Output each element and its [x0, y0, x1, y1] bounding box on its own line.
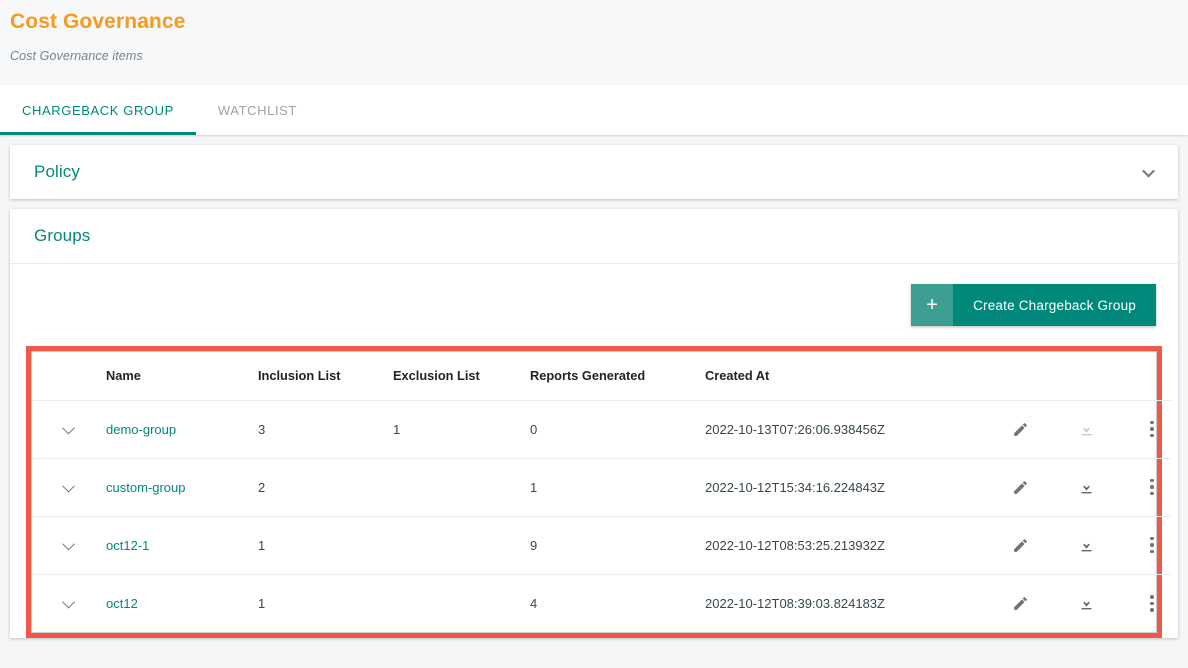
- row-actions-cell: [995, 574, 1171, 632]
- row-inclusion-cell: 2: [258, 458, 393, 517]
- pencil-icon[interactable]: [1009, 418, 1031, 440]
- chevron-down-icon: [61, 595, 75, 609]
- tab-chargeback-group[interactable]: CHARGEBACK GROUP: [0, 85, 196, 135]
- create-chargeback-group-label: Create Chargeback Group: [953, 284, 1156, 326]
- row-reports-cell: 4: [530, 595, 538, 611]
- row-created-cell: 2022-10-12T08:53:25.213932Z: [705, 516, 995, 575]
- row-expand-cell: [32, 516, 98, 575]
- kebab-dots: [1150, 595, 1154, 612]
- more-vertical-icon[interactable]: [1141, 534, 1163, 556]
- group-name-link[interactable]: oct12-1: [106, 538, 149, 553]
- column-header-reports-generated: Reports Generated: [530, 352, 705, 401]
- group-name-link[interactable]: oct12: [106, 596, 138, 611]
- chevron-down-icon: [61, 421, 75, 434]
- row-exclusion-cell: [393, 516, 530, 575]
- row-name-cell: oct12-1: [98, 516, 258, 575]
- group-name-link[interactable]: custom-group: [106, 480, 185, 495]
- tab-watchlist[interactable]: WATCHLIST: [196, 85, 319, 135]
- groups-panel: Groups + Create Chargeback Group Name In…: [10, 209, 1178, 638]
- table-header-row: Name Inclusion List Exclusion List Repor…: [32, 352, 1171, 401]
- table-row: oct12-1 1 9 2022-10-12T08:53:25.213932Z: [32, 516, 1171, 575]
- row-name-cell: demo-group: [98, 400, 258, 459]
- column-header-inclusion-list: Inclusion List: [258, 352, 393, 401]
- row-actions-cell: [995, 400, 1171, 459]
- column-header-created-at: Created At: [705, 352, 995, 401]
- more-vertical-icon[interactable]: [1141, 592, 1163, 614]
- row-expand-cell: [32, 400, 98, 459]
- groups-panel-body: + Create Chargeback Group Name Inclusion…: [10, 264, 1178, 638]
- row-actions-cell: [995, 516, 1171, 575]
- tab-bar: CHARGEBACK GROUP WATCHLIST: [0, 85, 1188, 135]
- column-header-exclusion-list: Exclusion List: [393, 352, 530, 401]
- kebab-dots: [1150, 536, 1154, 554]
- row-actions: [995, 418, 1171, 440]
- page-subtitle: Cost Governance items: [10, 49, 143, 63]
- row-name-cell: custom-group: [98, 458, 258, 517]
- expand-row-button[interactable]: [54, 531, 82, 559]
- row-exclusion-cell: [393, 458, 530, 517]
- create-chargeback-group-button[interactable]: + Create Chargeback Group: [911, 284, 1156, 326]
- row-reports-cell: 1: [530, 458, 705, 517]
- row-created-cell: 2022-10-12T15:34:16.224843Z: [705, 458, 995, 517]
- download-icon[interactable]: [1075, 592, 1097, 614]
- column-header-actions: [995, 352, 1171, 401]
- row-expand-cell: [32, 458, 98, 517]
- expand-row-button[interactable]: [54, 473, 82, 501]
- groups-table-head: Name Inclusion List Exclusion List Repor…: [32, 352, 1171, 401]
- page-title: Cost Governance: [10, 10, 186, 33]
- row-actions: [995, 476, 1171, 498]
- row-actions: [995, 534, 1171, 556]
- chevron-down-icon: [61, 537, 75, 550]
- row-actions-cell: [995, 458, 1171, 517]
- row-exclusion-cell: 1: [393, 400, 530, 459]
- groups-table-container: Name Inclusion List Exclusion List Repor…: [31, 351, 1171, 633]
- row-inclusion-cell: 1: [258, 516, 393, 575]
- column-header-expand: [32, 352, 98, 401]
- row-actions: [995, 592, 1171, 614]
- table-row: custom-group 2 1 2022-10-12T15:34:16.224843…: [32, 458, 1171, 517]
- groups-table: Name Inclusion List Exclusion List Repor…: [32, 352, 1171, 632]
- row-created-cell: 2022-10-12T08:39:03.824183Z: [705, 595, 885, 611]
- download-icon[interactable]: [1075, 418, 1097, 440]
- download-icon[interactable]: [1075, 476, 1097, 498]
- table-row: demo-group 3 1 0 2022-10-13T07:26:06.938456Z: [32, 400, 1171, 459]
- row-expand-cell: [32, 574, 98, 632]
- policy-panel-title: Policy: [34, 162, 80, 181]
- pencil-icon[interactable]: [1009, 592, 1031, 614]
- tab-watchlist-label: WATCHLIST: [217, 102, 297, 118]
- policy-panel[interactable]: Policy: [10, 145, 1178, 199]
- row-reports-cell: 9: [530, 516, 705, 575]
- row-created-cell: 2022-10-13T07:26:06.938456Z: [705, 400, 995, 459]
- groups-panel-title: Groups: [34, 226, 91, 245]
- tab-chargeback-group-label: CHARGEBACK GROUP: [22, 102, 174, 118]
- groups-table-body: demo-group 3 1 0 2022-10-13T07:26:06.938456Z…: [32, 400, 1171, 632]
- group-name-link[interactable]: demo-group: [106, 422, 176, 437]
- row-inclusion-cell: 1: [258, 595, 266, 611]
- row-exclusion-cell: [393, 574, 530, 632]
- toolbar: + Create Chargeback Group: [10, 264, 1178, 346]
- pencil-icon[interactable]: [1009, 534, 1031, 556]
- expand-row-button[interactable]: [54, 589, 82, 617]
- chevron-down-glyph: [1141, 164, 1155, 177]
- kebab-dots: [1150, 420, 1154, 438]
- chevron-down-icon: [61, 479, 75, 492]
- row-name-cell: oct12: [98, 574, 258, 632]
- pencil-icon[interactable]: [1009, 476, 1031, 498]
- kebab-dots: [1150, 478, 1154, 496]
- table-row: oct12 1 4 2022-10-12T08:39:03.824183Z: [32, 574, 1171, 632]
- page-header: Cost Governance Cost Governance items: [0, 0, 1188, 85]
- column-header-name: Name: [98, 352, 258, 401]
- row-reports-cell: 0: [530, 400, 705, 459]
- plus-icon: +: [911, 284, 954, 326]
- groups-table-highlight: Name Inclusion List Exclusion List Repor…: [26, 346, 1171, 638]
- chevron-down-icon[interactable]: [1136, 160, 1160, 184]
- download-icon[interactable]: [1075, 534, 1097, 556]
- more-vertical-icon[interactable]: [1141, 476, 1163, 498]
- groups-panel-header: Groups: [10, 209, 1178, 264]
- row-inclusion-cell: 3: [258, 400, 393, 459]
- more-vertical-icon[interactable]: [1141, 418, 1163, 440]
- expand-row-button[interactable]: [54, 415, 82, 443]
